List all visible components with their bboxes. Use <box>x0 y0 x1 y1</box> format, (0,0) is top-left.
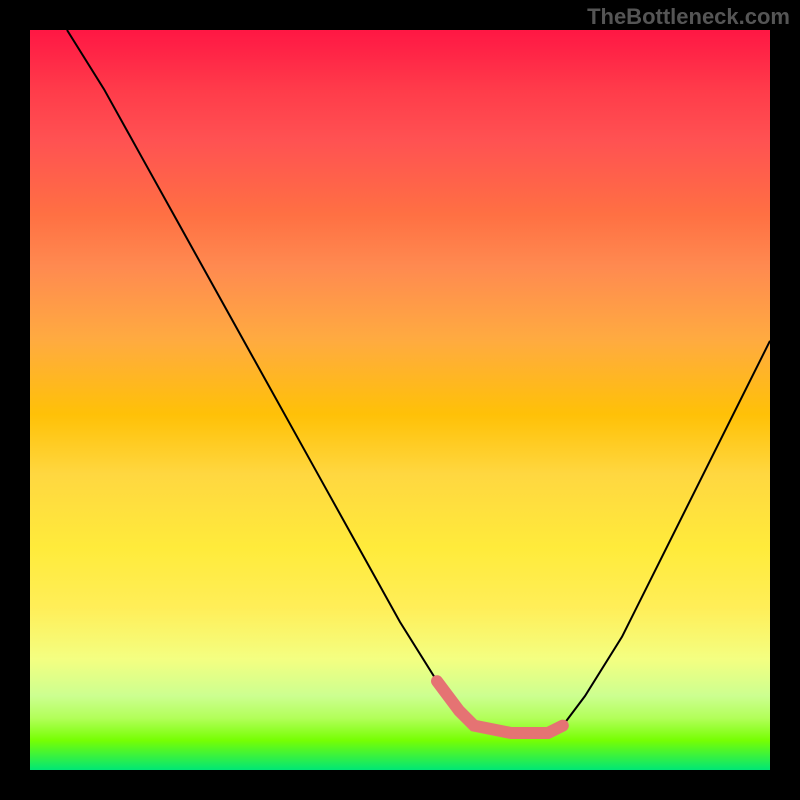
highlight-segment <box>437 681 563 733</box>
chart-plot-area <box>30 30 770 770</box>
chart-svg <box>30 30 770 770</box>
main-curve <box>67 30 770 733</box>
watermark-text: TheBottleneck.com <box>587 4 790 30</box>
